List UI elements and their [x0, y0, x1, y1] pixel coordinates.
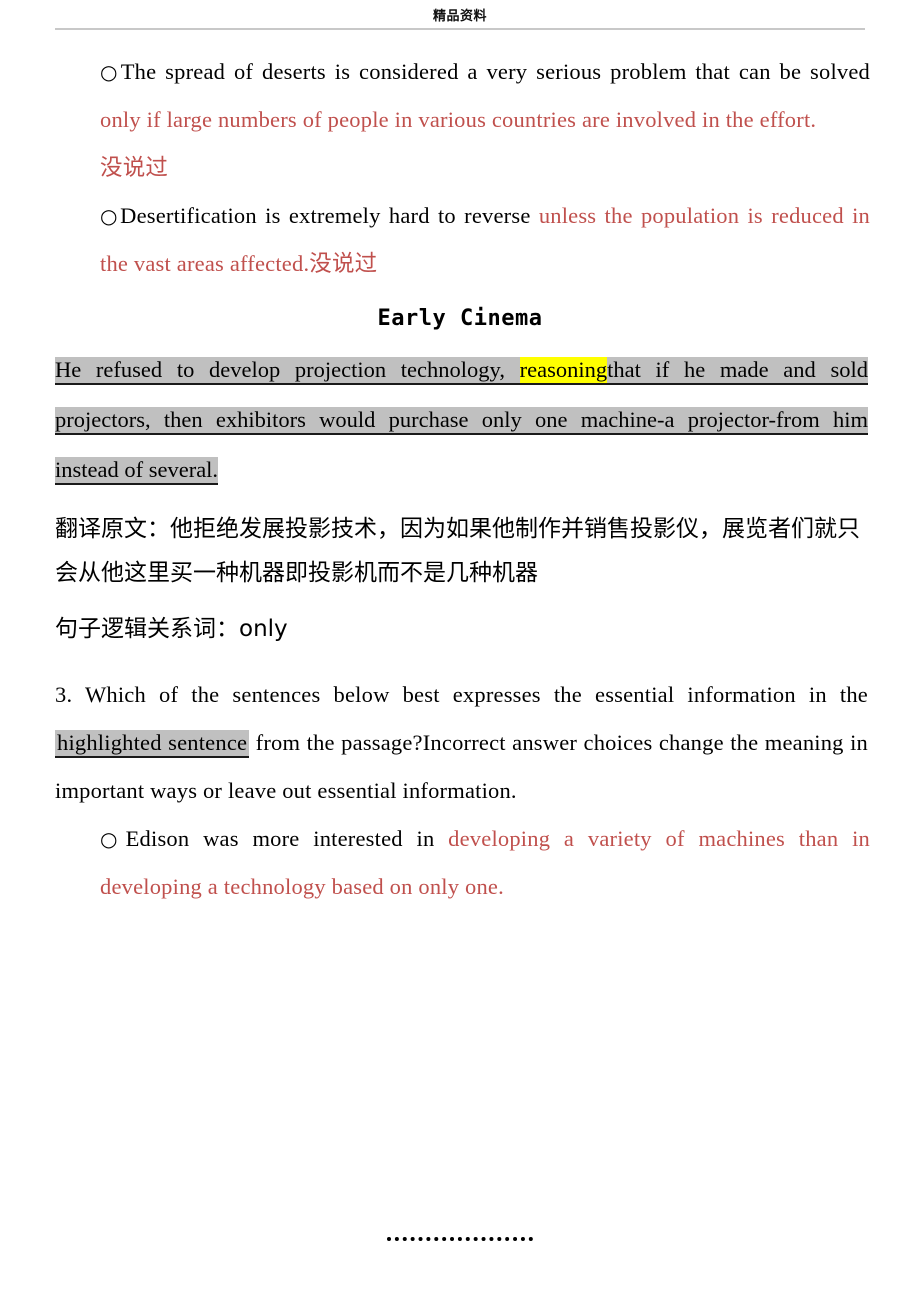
option-desertification-black-text: Desertification is extremely hard to rev…	[120, 203, 539, 228]
page-footer	[0, 1228, 920, 1246]
passage-yellow-segment: reasoning	[519, 357, 608, 385]
section-title: Early Cinema	[377, 306, 543, 331]
document-body: ○The spread of deserts is considered a v…	[0, 48, 920, 911]
annotation-deserts-text: 没说过	[100, 155, 169, 180]
option-item-edison: ○Edison was more interested in developin…	[0, 815, 920, 911]
option-item-deserts: ○The spread of deserts is considered a v…	[0, 48, 920, 144]
footer-divider	[387, 1237, 533, 1241]
translation-paragraph: 翻译原文：他拒绝发展投影技术，因为如果他制作并销售投影仪，展览者们就只会从他这里…	[55, 516, 860, 586]
option-deserts-black-text: The spread of deserts is considered a ve…	[120, 59, 870, 84]
passage-gray-segment-1: He refused to develop projection technol…	[55, 357, 520, 385]
logic-connector-line: 句子逻辑关系词：only	[55, 616, 288, 642]
bullet-circle-icon: ○	[100, 204, 121, 228]
highlighted-passage: He refused to develop projection technol…	[0, 345, 920, 495]
question-3: 3. Which of the sentences below best exp…	[0, 651, 920, 815]
question-3-text-part-1: 3. Which of the sentences below best exp…	[55, 682, 868, 707]
option-item-desertification: ○Desertification is extremely hard to re…	[0, 192, 920, 288]
option-edison-black-text: Edison was more interested in	[125, 826, 449, 851]
annotation-deserts: 没说过	[0, 144, 920, 192]
header-divider	[55, 28, 865, 30]
annotation-desertification-text: 没说过	[309, 251, 378, 276]
option-deserts-red-text: only if large numbers of people in vario…	[100, 107, 817, 132]
bullet-circle-icon: ○	[100, 60, 121, 84]
question-3-highlighted-phrase: highlighted sentence	[55, 730, 250, 758]
bullet-circle-icon: ○	[100, 827, 126, 851]
page-header: 精品资料	[0, 0, 920, 34]
page-header-title: 精品资料	[432, 9, 487, 24]
